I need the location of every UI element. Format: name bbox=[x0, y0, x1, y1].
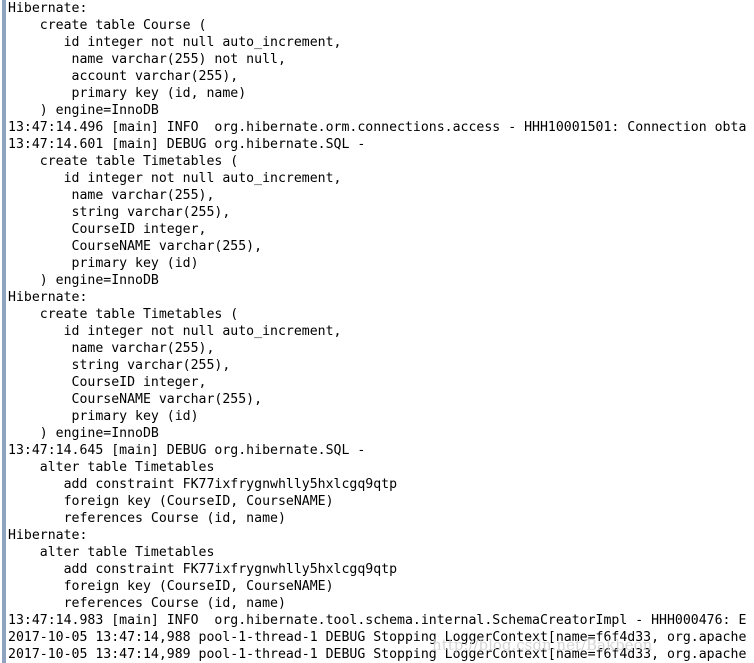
log-line: alter table Timetables bbox=[8, 545, 223, 560]
log-line: alter table Timetables bbox=[8, 460, 223, 475]
log-line: CourseNAME varchar(255), bbox=[8, 239, 263, 254]
log-line: create table Timetables ( bbox=[8, 307, 239, 322]
log-line: 13:47:14.601 [main] DEBUG org.hibernate.… bbox=[8, 137, 366, 152]
log-line: name varchar(255) not null, bbox=[8, 52, 286, 67]
log-line: string varchar(255), bbox=[8, 358, 231, 373]
log-line: Hibernate: bbox=[8, 290, 96, 305]
log-line: primary key (id) bbox=[8, 256, 199, 271]
log-line: 2017-10-05 13:47:14,989 pool-1-thread-1 … bbox=[8, 647, 747, 662]
log-line: id integer not null auto_increment, bbox=[8, 324, 342, 339]
log-line: add constraint FK77ixfrygnwhlly5hxlcgq9q… bbox=[8, 562, 405, 577]
log-line: add constraint FK77ixfrygnwhlly5hxlcgq9q… bbox=[8, 477, 405, 492]
log-line: foreign key (CourseID, CourseNAME) bbox=[8, 494, 342, 509]
log-line: ) engine=InnoDB bbox=[8, 273, 159, 288]
log-line: create table Timetables ( bbox=[8, 154, 239, 169]
log-line: account varchar(255), bbox=[8, 69, 239, 84]
log-line: references Course (id, name) bbox=[8, 511, 286, 526]
log-line: Hibernate: bbox=[8, 528, 96, 543]
log-line: 13:47:14.645 [main] DEBUG org.hibernate.… bbox=[8, 443, 366, 458]
log-line: primary key (id, name) bbox=[8, 86, 247, 101]
log-line: primary key (id) bbox=[8, 409, 199, 424]
log-line: ) engine=InnoDB bbox=[8, 103, 159, 118]
log-line: ) engine=InnoDB bbox=[8, 426, 159, 441]
log-line: id integer not null auto_increment, bbox=[8, 171, 342, 186]
log-line: string varchar(255), bbox=[8, 205, 231, 220]
log-line: 13:47:14.496 [main] INFO org.hibernate.o… bbox=[8, 120, 747, 135]
log-line: references Course (id, name) bbox=[8, 596, 286, 611]
log-line: Hibernate: bbox=[8, 1, 96, 16]
log-line: 2017-10-05 13:47:14,988 pool-1-thread-1 … bbox=[8, 630, 747, 645]
log-line: CourseID integer, bbox=[8, 375, 207, 390]
log-line: CourseID integer, bbox=[8, 222, 207, 237]
log-line: create table Course ( bbox=[8, 18, 207, 33]
log-output-text[interactable]: Hibernate: create table Course ( id inte… bbox=[8, 0, 754, 663]
log-line: 13:47:14.983 [main] INFO org.hibernate.t… bbox=[8, 613, 747, 628]
log-line: name varchar(255), bbox=[8, 341, 215, 356]
log-line: foreign key (CourseID, CourseNAME) bbox=[8, 579, 342, 594]
log-line: id integer not null auto_increment, bbox=[8, 35, 342, 50]
log-line: CourseNAME varchar(255), bbox=[8, 392, 263, 407]
log-line: name varchar(255), bbox=[8, 188, 215, 203]
console-panel[interactable]: Hibernate: create table Course ( id inte… bbox=[0, 0, 754, 663]
console-left-gutter-rail[interactable] bbox=[2, 0, 6, 663]
